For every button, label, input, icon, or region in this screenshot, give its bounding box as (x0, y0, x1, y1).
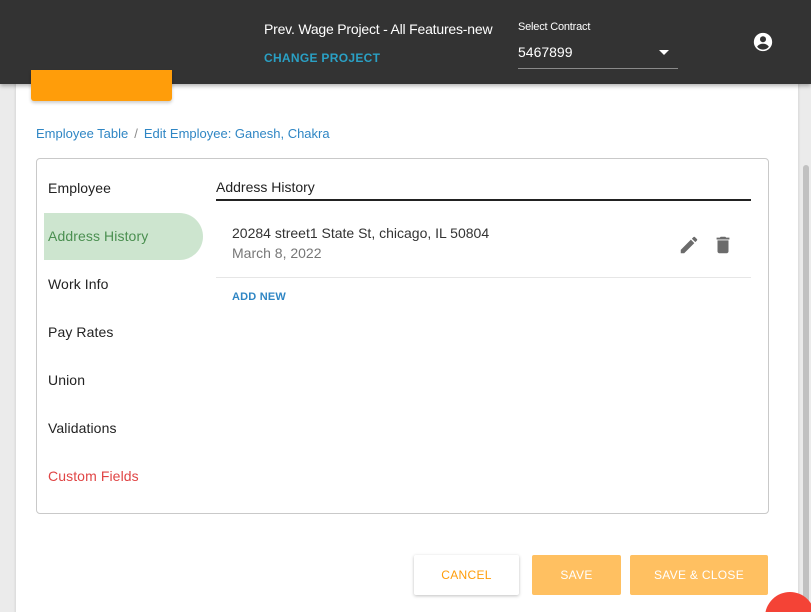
scrollbar-thumb[interactable] (803, 165, 809, 612)
project-title: Prev. Wage Project - All Features-new (264, 21, 493, 37)
breadcrumb-employee-table[interactable]: Employee Table (36, 126, 128, 141)
pencil-icon[interactable] (678, 234, 700, 256)
breadcrumb-current: Edit Employee: Ganesh, Chakra (143, 126, 330, 141)
address-row: 20284 street1 State St, chicago, IL 5080… (216, 213, 751, 278)
section-title: Address History (216, 179, 751, 201)
breadcrumb-separator: / (134, 126, 138, 141)
account-circle-icon[interactable] (752, 31, 774, 53)
nav-item-address-history[interactable]: Address History (44, 213, 203, 260)
nav-item-employee[interactable]: Employee (44, 165, 203, 212)
nav-item-work-info[interactable]: Work Info (44, 261, 203, 308)
contract-select[interactable]: 5467899 (518, 40, 678, 69)
save-and-close-button[interactable]: SAVE & CLOSE (630, 555, 768, 595)
nav-item-union[interactable]: Union (44, 357, 203, 404)
change-project-link[interactable]: CHANGE PROJECT (264, 51, 380, 65)
nav-item-pay-rates[interactable]: Pay Rates (44, 309, 203, 356)
orange-header-tab (31, 70, 172, 101)
add-new-link[interactable]: ADD NEW (232, 291, 286, 303)
caret-down-icon (659, 50, 669, 55)
address-date: March 8, 2022 (232, 245, 322, 261)
address-text: 20284 street1 State St, chicago, IL 5080… (232, 225, 490, 241)
contract-label: Select Contract (518, 21, 591, 33)
breadcrumb: Employee Table / Edit Employee: Ganesh, Ch… (36, 126, 330, 141)
nav-item-custom-fields[interactable]: Custom Fields (44, 453, 203, 500)
contract-value: 5467899 (518, 44, 573, 60)
nav-item-validations[interactable]: Validations (44, 405, 203, 452)
trash-icon[interactable] (712, 234, 734, 256)
cancel-button[interactable]: CANCEL (414, 555, 519, 595)
save-button[interactable]: SAVE (532, 555, 621, 595)
employee-edit-panel: Employee Address History Work Info Pay R… (36, 158, 769, 514)
